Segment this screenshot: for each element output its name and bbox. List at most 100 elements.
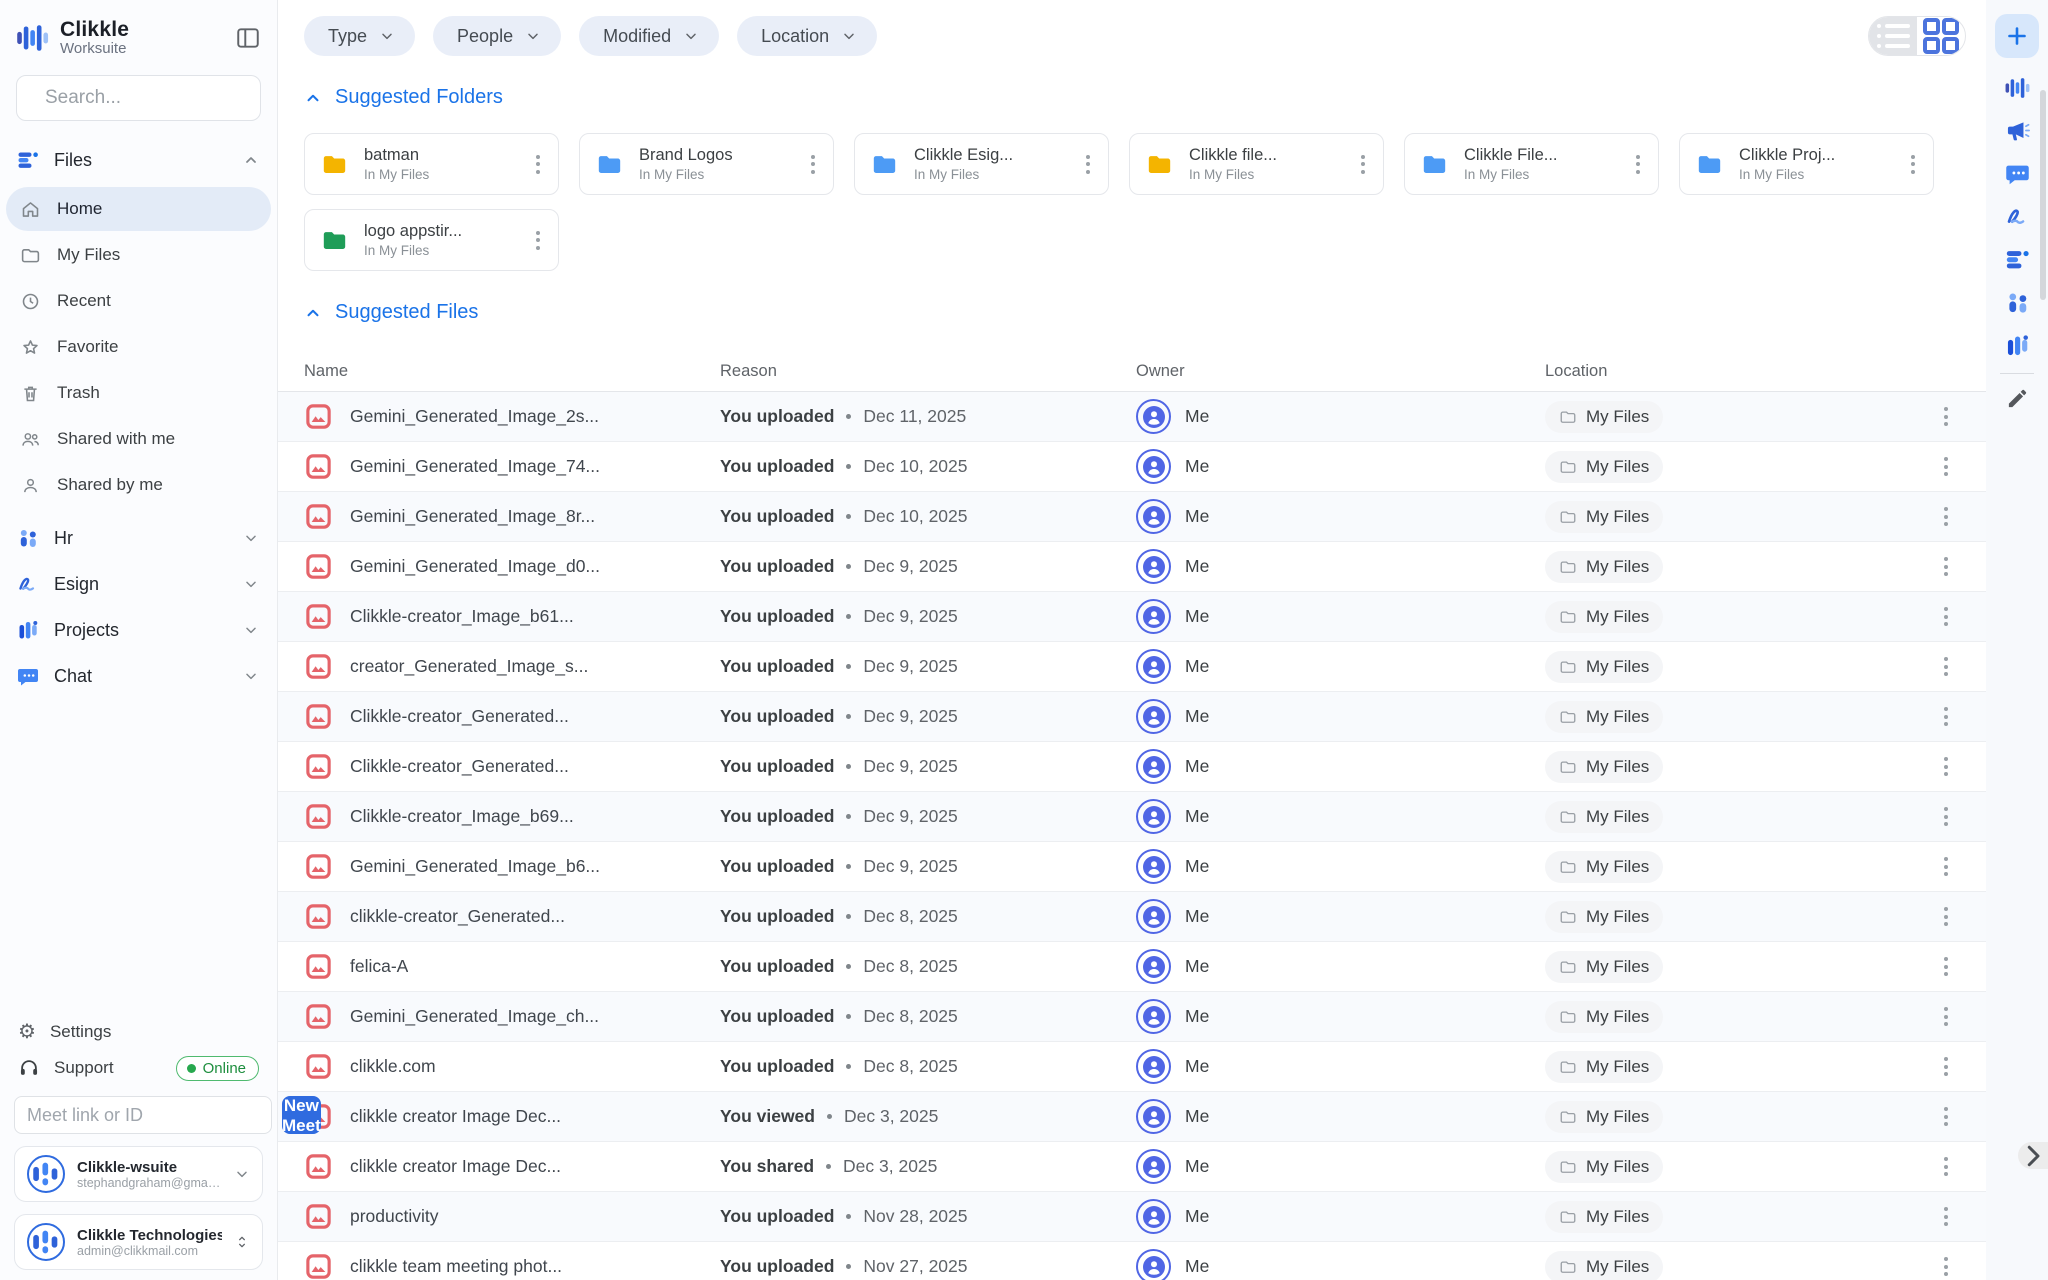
file-row[interactable]: Clikkle-creator_Image_b61...You uploaded… bbox=[278, 592, 1986, 642]
meet-link-input[interactable] bbox=[14, 1096, 272, 1134]
bars-app-icon[interactable] bbox=[2004, 74, 2031, 101]
row-menu-icon[interactable] bbox=[1926, 451, 1966, 482]
support-button[interactable]: Support Online bbox=[14, 1050, 263, 1086]
file-row[interactable]: clikkle.comYou uploadedDec 8, 2025MeMy F… bbox=[278, 1042, 1986, 1092]
search-input[interactable] bbox=[45, 87, 290, 109]
location-pill[interactable]: My Files bbox=[1545, 901, 1663, 933]
folder-menu-icon[interactable] bbox=[530, 225, 546, 256]
location-pill[interactable]: My Files bbox=[1545, 1201, 1663, 1233]
row-menu-icon[interactable] bbox=[1926, 751, 1966, 782]
row-menu-icon[interactable] bbox=[1926, 1201, 1966, 1232]
location-pill[interactable]: My Files bbox=[1545, 1151, 1663, 1183]
sidebar-section-esign[interactable]: Esign bbox=[0, 561, 277, 607]
folder-card-logo-appstir[interactable]: logo appstir...In My Files bbox=[304, 209, 559, 271]
new-meet-button[interactable]: New Meet bbox=[282, 1096, 321, 1134]
file-row[interactable]: felica-AYou uploadedDec 8, 2025MeMy File… bbox=[278, 942, 1986, 992]
folder-menu-icon[interactable] bbox=[805, 149, 821, 180]
hr-app-icon[interactable] bbox=[2004, 289, 2031, 316]
row-menu-icon[interactable] bbox=[1926, 901, 1966, 932]
location-pill[interactable]: My Files bbox=[1545, 701, 1663, 733]
location-pill[interactable]: My Files bbox=[1545, 751, 1663, 783]
filter-chip-location[interactable]: Location bbox=[737, 16, 877, 56]
edit-rail-icon[interactable] bbox=[2006, 387, 2029, 410]
file-row[interactable]: clikkle team meeting phot...You uploaded… bbox=[278, 1242, 1986, 1280]
folder-card-clikkle-proj[interactable]: Clikkle Proj...In My Files bbox=[1679, 133, 1934, 195]
location-pill[interactable]: My Files bbox=[1545, 1251, 1663, 1280]
account-selector-org[interactable]: Clikkle Technologies admin@clikkmail.com bbox=[14, 1214, 263, 1270]
sidebar-item-shared-by-me[interactable]: Shared by me bbox=[6, 463, 271, 507]
file-row[interactable]: Gemini_Generated_Image_2s...You uploaded… bbox=[278, 392, 1986, 442]
file-row[interactable]: Clikkle-creator_Generated...You uploaded… bbox=[278, 742, 1986, 792]
row-menu-icon[interactable] bbox=[1926, 651, 1966, 682]
file-row[interactable]: Gemini_Generated_Image_74...You uploaded… bbox=[278, 442, 1986, 492]
file-row[interactable]: clikkle-creator_Generated...You uploaded… bbox=[278, 892, 1986, 942]
search-box[interactable] bbox=[16, 75, 261, 121]
file-row[interactable]: Clikkle-creator_Generated...You uploaded… bbox=[278, 692, 1986, 742]
location-pill[interactable]: My Files bbox=[1545, 1051, 1663, 1083]
row-menu-icon[interactable] bbox=[1926, 1101, 1966, 1132]
folder-card-clikkle-esig[interactable]: Clikkle Esig...In My Files bbox=[854, 133, 1109, 195]
sidebar-item-my-files[interactable]: My Files bbox=[6, 233, 271, 277]
row-menu-icon[interactable] bbox=[1926, 1251, 1966, 1280]
folder-menu-icon[interactable] bbox=[1630, 149, 1646, 180]
grid-view-button[interactable] bbox=[1917, 17, 1965, 55]
sidebar-section-files[interactable]: Files bbox=[0, 137, 277, 183]
file-row[interactable]: Gemini_Generated_Image_b6...You uploaded… bbox=[278, 842, 1986, 892]
row-menu-icon[interactable] bbox=[1926, 1001, 1966, 1032]
file-row[interactable]: Clikkle-creator_Image_b69...You uploaded… bbox=[278, 792, 1986, 842]
sidebar-item-home[interactable]: Home bbox=[6, 187, 271, 231]
location-pill[interactable]: My Files bbox=[1545, 551, 1663, 583]
suggested-folders-header[interactable]: Suggested Folders bbox=[304, 86, 1960, 109]
row-menu-icon[interactable] bbox=[1926, 1051, 1966, 1082]
suggested-files-header[interactable]: Suggested Files bbox=[304, 301, 1960, 324]
file-row[interactable]: creator_Generated_Image_s...You uploaded… bbox=[278, 642, 1986, 692]
sidebar-section-projects[interactable]: Projects bbox=[0, 607, 277, 653]
row-menu-icon[interactable] bbox=[1926, 601, 1966, 632]
sidebar-item-shared-with-me[interactable]: Shared with me bbox=[6, 417, 271, 461]
folder-menu-icon[interactable] bbox=[1080, 149, 1096, 180]
folder-card-clikkle-file[interactable]: Clikkle file...In My Files bbox=[1129, 133, 1384, 195]
row-menu-icon[interactable] bbox=[1926, 401, 1966, 432]
location-pill[interactable]: My Files bbox=[1545, 1101, 1663, 1133]
file-row[interactable]: Gemini_Generated_Image_8r...You uploaded… bbox=[278, 492, 1986, 542]
sidebar-item-favorite[interactable]: Favorite bbox=[6, 325, 271, 369]
file-row[interactable]: clikkle creator Image Dec...You viewedDe… bbox=[278, 1092, 1986, 1142]
expand-panel-button[interactable] bbox=[2018, 1142, 2048, 1169]
settings-button[interactable]: ⚙ Settings bbox=[14, 1014, 263, 1050]
row-menu-icon[interactable] bbox=[1926, 951, 1966, 982]
filter-chip-type[interactable]: Type bbox=[304, 16, 415, 56]
sidebar-item-trash[interactable]: Trash bbox=[6, 371, 271, 415]
megaphone-app-icon[interactable] bbox=[2004, 117, 2031, 144]
sidebar-item-recent[interactable]: Recent bbox=[6, 279, 271, 323]
collapse-sidebar-button[interactable] bbox=[235, 25, 261, 51]
location-pill[interactable]: My Files bbox=[1545, 951, 1663, 983]
folder-menu-icon[interactable] bbox=[1355, 149, 1371, 180]
location-pill[interactable]: My Files bbox=[1545, 601, 1663, 633]
location-pill[interactable]: My Files bbox=[1545, 401, 1663, 433]
row-menu-icon[interactable] bbox=[1926, 1151, 1966, 1182]
filter-chip-modified[interactable]: Modified bbox=[579, 16, 719, 56]
folder-card-brand-logos[interactable]: Brand LogosIn My Files bbox=[579, 133, 834, 195]
create-new-button[interactable] bbox=[1995, 14, 2039, 58]
file-row[interactable]: Gemini_Generated_Image_ch...You uploaded… bbox=[278, 992, 1986, 1042]
location-pill[interactable]: My Files bbox=[1545, 801, 1663, 833]
file-row[interactable]: productivityYou uploadedNov 28, 2025MeMy… bbox=[278, 1192, 1986, 1242]
location-pill[interactable]: My Files bbox=[1545, 651, 1663, 683]
folder-menu-icon[interactable] bbox=[1905, 149, 1921, 180]
chat-app-icon[interactable] bbox=[2004, 160, 2031, 187]
folder-card-clikkle-file[interactable]: Clikkle File...In My Files bbox=[1404, 133, 1659, 195]
list-view-button[interactable] bbox=[1869, 17, 1917, 55]
row-menu-icon[interactable] bbox=[1926, 851, 1966, 882]
scrollbar[interactable] bbox=[2038, 0, 2048, 1280]
location-pill[interactable]: My Files bbox=[1545, 451, 1663, 483]
row-menu-icon[interactable] bbox=[1926, 551, 1966, 582]
filter-chip-people[interactable]: People bbox=[433, 16, 561, 56]
scrollbar-thumb[interactable] bbox=[2040, 90, 2046, 300]
esign-app-icon[interactable] bbox=[2004, 203, 2031, 230]
file-row[interactable]: Gemini_Generated_Image_d0...You uploaded… bbox=[278, 542, 1986, 592]
folder-card-batman[interactable]: batmanIn My Files bbox=[304, 133, 559, 195]
row-menu-icon[interactable] bbox=[1926, 501, 1966, 532]
location-pill[interactable]: My Files bbox=[1545, 501, 1663, 533]
location-pill[interactable]: My Files bbox=[1545, 1001, 1663, 1033]
file-row[interactable]: clikkle creator Image Dec...You sharedDe… bbox=[278, 1142, 1986, 1192]
